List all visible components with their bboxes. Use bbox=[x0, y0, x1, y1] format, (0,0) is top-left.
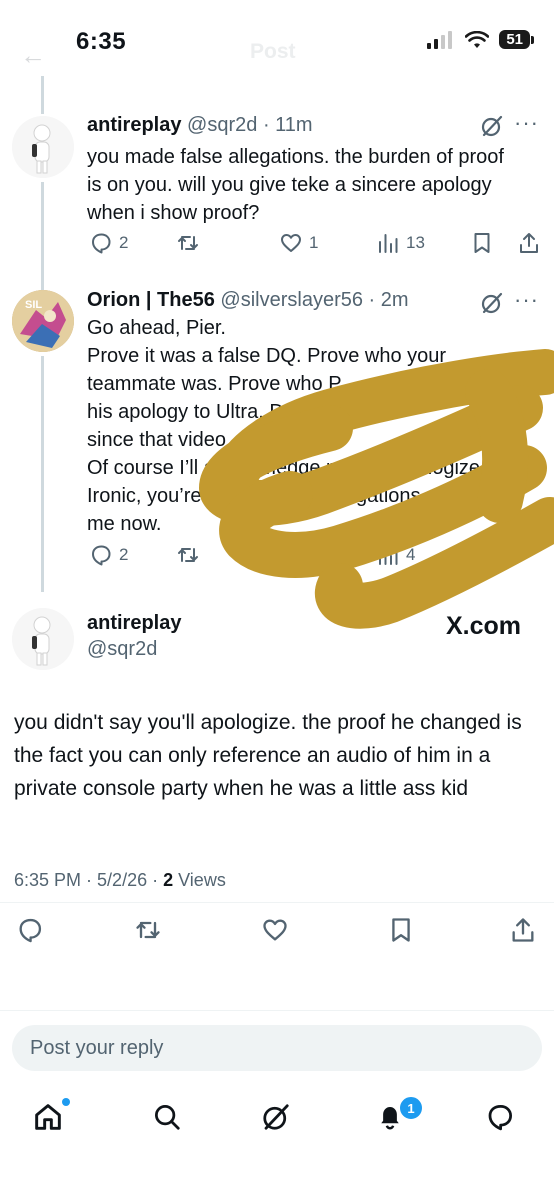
thread-line bbox=[41, 356, 44, 592]
bookmark-icon[interactable] bbox=[387, 916, 415, 944]
avatar[interactable]: SIL bbox=[12, 290, 74, 352]
tab-search[interactable] bbox=[147, 1097, 187, 1137]
status-icons: 51 bbox=[427, 30, 534, 49]
repost-icon bbox=[178, 236, 198, 250]
post-author-line: Orion | The56 @silverslayer56 · 2m bbox=[87, 289, 409, 311]
post-body: Go ahead, Pier. Prove it was a false DQ.… bbox=[87, 317, 486, 535]
views-icon bbox=[379, 234, 398, 253]
tab-grok[interactable] bbox=[256, 1097, 296, 1137]
page-title: Post bbox=[250, 40, 296, 63]
views-icon bbox=[379, 546, 398, 565]
more-options-icon[interactable]: ··· bbox=[514, 287, 539, 313]
reply-icon bbox=[92, 233, 111, 254]
notification-badge: 1 bbox=[398, 1095, 424, 1121]
battery-indicator: 51 bbox=[499, 30, 534, 49]
bookmark-icon[interactable] bbox=[470, 231, 494, 255]
views-button[interactable]: 4 bbox=[376, 543, 415, 567]
grok-icon[interactable] bbox=[480, 114, 504, 138]
bookmark-icon[interactable] bbox=[470, 543, 494, 567]
messages-icon bbox=[488, 1105, 512, 1131]
back-arrow-icon[interactable]: ← bbox=[20, 40, 46, 71]
share-icon[interactable] bbox=[509, 916, 537, 944]
avatar[interactable] bbox=[12, 116, 74, 178]
reply-placeholder: Post your reply bbox=[30, 1037, 164, 1059]
thread-line bbox=[41, 76, 44, 114]
post-age: 2m bbox=[380, 289, 409, 311]
watermark: X.com bbox=[446, 612, 522, 640]
author-handle[interactable]: @sqr2d bbox=[87, 638, 157, 661]
status-time: 6:35 bbox=[76, 28, 127, 55]
more-options-icon[interactable]: ··· bbox=[514, 110, 539, 136]
heart-icon[interactable] bbox=[261, 916, 289, 944]
reply-input[interactable]: Post your reply bbox=[12, 1025, 542, 1071]
post-body: you made false allegations. the burden o… bbox=[87, 146, 504, 224]
reply-button[interactable]: 2 bbox=[89, 231, 128, 255]
reply-icon bbox=[92, 545, 111, 566]
repost-button[interactable] bbox=[176, 231, 200, 255]
author-handle[interactable]: @sqr2d bbox=[187, 114, 257, 136]
heart-icon bbox=[281, 234, 301, 252]
post-age: 11m bbox=[275, 114, 313, 136]
author-name[interactable]: antireplay bbox=[87, 612, 181, 635]
thread-line bbox=[41, 182, 44, 292]
signal-icon bbox=[427, 30, 453, 49]
like-button[interactable]: 1 bbox=[279, 231, 318, 255]
svg-text:SIL: SIL bbox=[25, 299, 42, 311]
avatar[interactable] bbox=[12, 608, 74, 670]
divider bbox=[0, 902, 554, 903]
author-name[interactable]: Orion | The56 bbox=[87, 289, 215, 311]
post-meta: 6:35 PM · 5/2/26 · 2 Views bbox=[14, 870, 226, 890]
grok-icon[interactable] bbox=[480, 291, 504, 315]
home-icon bbox=[35, 1104, 61, 1130]
repost-button[interactable] bbox=[176, 543, 200, 567]
repost-icon[interactable] bbox=[134, 916, 162, 944]
search-icon bbox=[155, 1105, 180, 1130]
divider bbox=[0, 1010, 554, 1011]
reply-icon[interactable] bbox=[16, 916, 44, 944]
share-icon[interactable] bbox=[517, 231, 541, 255]
wifi-icon bbox=[465, 30, 490, 48]
repost-icon bbox=[178, 548, 198, 562]
post-author-line: antireplay @sqr2d · 11m bbox=[87, 114, 313, 136]
tab-messages[interactable] bbox=[480, 1097, 520, 1137]
views-button[interactable]: 13 bbox=[376, 231, 425, 255]
author-name[interactable]: antireplay bbox=[87, 114, 181, 136]
grok-icon bbox=[263, 1104, 289, 1130]
author-handle[interactable]: @silverslayer56 bbox=[220, 289, 363, 311]
home-unread-dot bbox=[62, 1098, 70, 1106]
reply-button[interactable]: 2 bbox=[89, 543, 128, 567]
main-post-text: you didn't say you'll apologize. the pro… bbox=[14, 711, 522, 800]
